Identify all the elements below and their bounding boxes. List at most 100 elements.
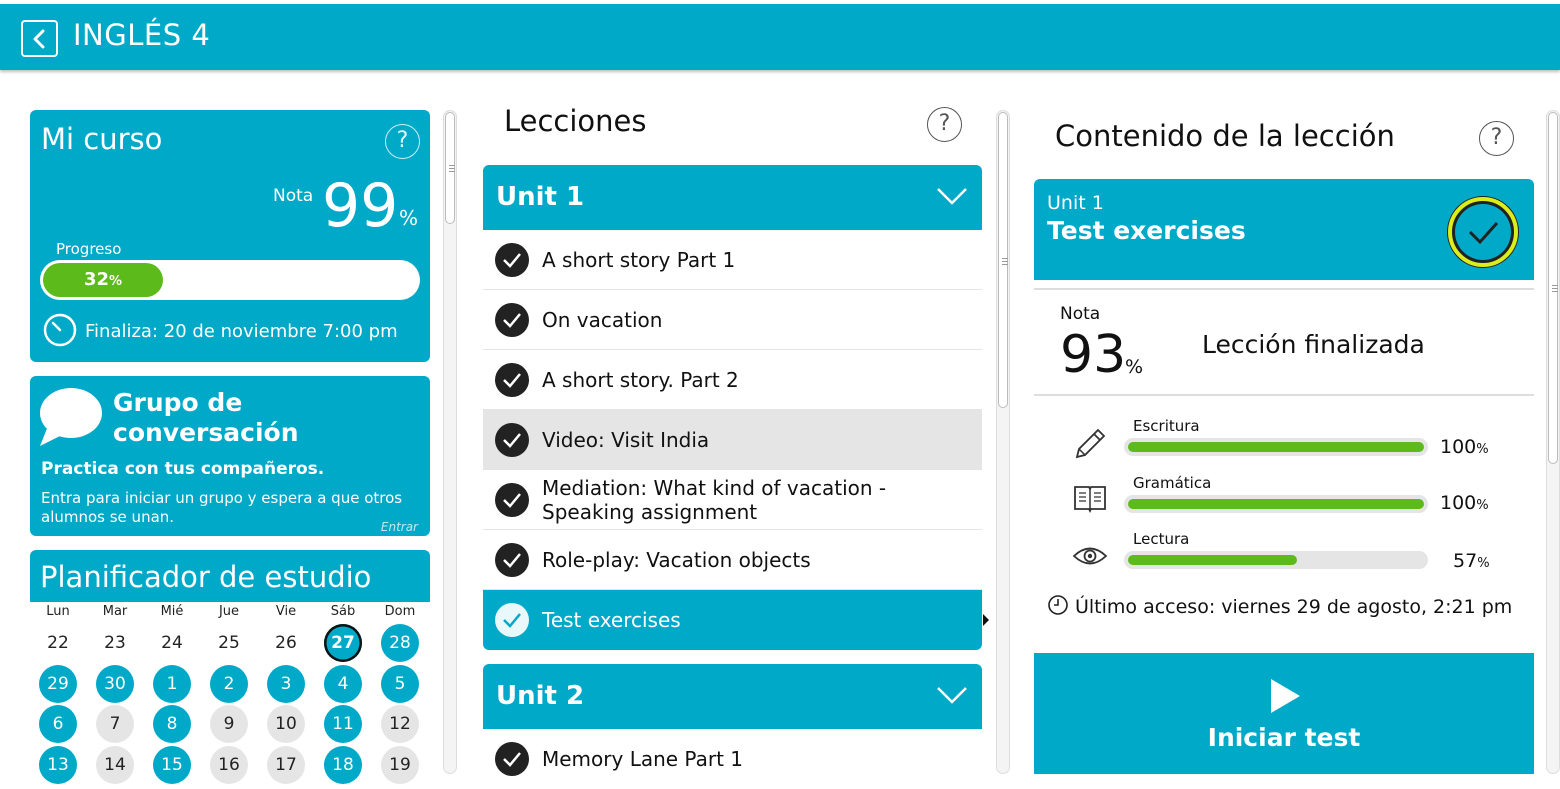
calendar-day[interactable]: 5	[381, 664, 419, 703]
last-access: Último acceso: viernes 29 de agosto, 2:2…	[1075, 596, 1513, 618]
chevron-left-icon	[33, 29, 45, 49]
calendar-day[interactable]: 24	[153, 624, 191, 662]
progress-label: Progreso	[56, 240, 122, 258]
unit-1-title: Unit 1	[496, 182, 585, 212]
calendar-day[interactable]: 25	[210, 624, 248, 662]
skill-name: Escritura	[1133, 417, 1200, 435]
divider	[1034, 394, 1534, 396]
calendar-day[interactable]: 12	[381, 705, 419, 743]
start-test-label: Iniciar test	[1207, 723, 1361, 752]
middle-scrollbar[interactable]	[996, 110, 1010, 774]
progress-bar: 32%	[40, 260, 420, 300]
calendar-day[interactable]: 9	[210, 705, 248, 743]
lesson-item[interactable]: Role-play: Vacation objects	[483, 530, 982, 590]
conversation-group-card[interactable]: Grupo de conversación Practica con tus c…	[30, 376, 430, 536]
lessons-title: Lecciones	[504, 104, 647, 138]
middle-scrollbar-thumb[interactable]	[998, 112, 1008, 408]
grade-label: Nota	[273, 186, 314, 206]
group-title-line2: conversación	[113, 418, 299, 447]
left-scrollbar-thumb[interactable]	[445, 112, 455, 224]
help-icon[interactable]: ?	[385, 124, 420, 159]
calendar-day[interactable]: 11	[324, 705, 362, 743]
enter-link[interactable]: Entrar	[381, 520, 418, 534]
weekday-label: Sáb	[330, 604, 356, 619]
content-help-icon[interactable]: ?	[1479, 121, 1514, 156]
weekday-label: Mar	[102, 604, 128, 619]
page-title: INGLÉS 4	[73, 18, 211, 52]
skill-value: 100%	[1440, 436, 1489, 458]
lesson-item[interactable]: Memory Lane Part 1	[483, 729, 982, 789]
calendar-day[interactable]: 1	[153, 664, 191, 703]
calendar-day[interactable]: 17	[267, 745, 305, 784]
skill-fill	[1128, 442, 1424, 452]
lesson-grade-value: 93	[1060, 325, 1127, 385]
grade-value: 99	[322, 171, 399, 241]
content-title: Contenido de la lección	[1055, 119, 1395, 153]
calendar-day[interactable]: 14	[96, 745, 134, 784]
calendar-day[interactable]: 7	[96, 705, 134, 743]
left-scrollbar[interactable]	[443, 110, 457, 774]
lesson-item[interactable]: On vacation	[483, 290, 982, 350]
calendar-day[interactable]: 29	[39, 664, 77, 703]
calendar-day[interactable]: 23	[96, 624, 134, 662]
lesson-item[interactable]: Mediation: What kind of vacation - Speak…	[483, 470, 982, 530]
lesson-header-card: Unit 1 Test exercises	[1034, 179, 1534, 280]
chevron-down-icon	[937, 687, 967, 704]
lesson-item[interactable]: A short story. Part 2	[483, 350, 982, 410]
lesson-label: Memory Lane Part 1	[542, 747, 743, 771]
calendar-day[interactable]: 22	[39, 624, 77, 662]
skill-bar	[1124, 495, 1428, 513]
calendar-day[interactable]: 4	[324, 664, 362, 703]
calendar-day[interactable]: 19	[381, 745, 419, 784]
calendar-day[interactable]: 6	[39, 705, 77, 743]
lesson-item[interactable]: A short story Part 1	[483, 230, 982, 290]
calendar-day[interactable]: 13	[39, 745, 77, 784]
check-icon	[495, 303, 529, 337]
calendar-day[interactable]: 18	[324, 745, 362, 784]
right-scrollbar-thumb[interactable]	[1548, 112, 1558, 464]
unit-1-header[interactable]: Unit 1	[483, 165, 982, 230]
group-title-line1: Grupo de	[113, 388, 243, 417]
skill-bar	[1124, 551, 1428, 569]
skill-bar	[1124, 438, 1428, 456]
lesson-item[interactable]: Video: Visit India	[483, 410, 982, 470]
skill-value: 100%	[1440, 492, 1489, 514]
check-icon	[495, 742, 529, 776]
divider	[1034, 288, 1534, 290]
calendar-day[interactable]: 26	[267, 624, 305, 662]
lessons-help-icon[interactable]: ?	[927, 107, 962, 142]
eye-icon	[1072, 547, 1108, 565]
calendar-day[interactable]: 27	[324, 624, 362, 662]
lesson-grade-unit: %	[1125, 356, 1144, 378]
planner-title: Planificador de estudio	[40, 560, 372, 594]
calendar-day[interactable]: 3	[267, 664, 305, 703]
group-description: Entra para iniciar un grupo y espera a q…	[41, 489, 403, 526]
right-scrollbar[interactable]	[1546, 110, 1560, 774]
lesson-label: Mediation: What kind of vacation - Speak…	[542, 476, 887, 524]
back-button[interactable]	[21, 20, 58, 57]
calendar-day[interactable]: 8	[153, 705, 191, 743]
lesson-grade-label: Nota	[1060, 304, 1101, 324]
check-icon	[495, 543, 529, 577]
calendar-day[interactable]: 2	[210, 664, 248, 703]
completed-badge-icon	[1447, 196, 1519, 268]
unit-2-header[interactable]: Unit 2	[483, 664, 982, 729]
calendar-day[interactable]: 10	[267, 705, 305, 743]
lesson-item-active[interactable]: Test exercises	[483, 590, 989, 650]
calendar-day[interactable]: 16	[210, 745, 248, 784]
skill-name: Lectura	[1133, 530, 1190, 548]
grade-unit: %	[399, 206, 419, 230]
unit-2-title: Unit 2	[496, 681, 585, 711]
chevron-down-icon	[937, 188, 967, 205]
start-test-button[interactable]: Iniciar test	[1034, 653, 1534, 774]
lesson-label: A short story. Part 2	[542, 368, 739, 392]
play-icon	[1271, 679, 1300, 713]
calendar-day[interactable]: 15	[153, 745, 191, 784]
calendar-day[interactable]: 28	[381, 624, 419, 662]
weekday-label: Vie	[275, 604, 297, 619]
calendar-day[interactable]: 30	[96, 664, 134, 703]
content-unit: Unit 1	[1047, 192, 1104, 214]
skill-name: Gramática	[1133, 474, 1212, 492]
progress-fill: 32%	[43, 263, 163, 297]
check-icon	[495, 243, 529, 277]
